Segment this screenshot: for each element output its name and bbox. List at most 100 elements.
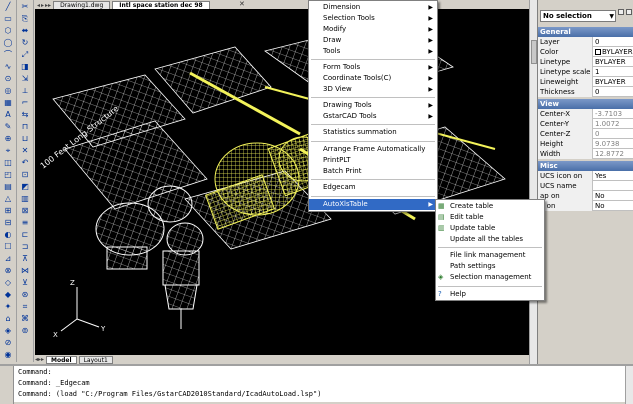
modify-tool-icon[interactable]: ⊐ [19, 241, 32, 252]
draw-tool-icon[interactable]: ✦ [2, 301, 15, 312]
modify-tool-icon[interactable]: ⊛ [19, 289, 32, 300]
modify-tool-icon[interactable]: ⊏ [19, 229, 32, 240]
property-row[interactable]: ap on No [538, 191, 633, 201]
draw-tool-icon[interactable]: ▭ [2, 13, 15, 24]
tab-drawing1[interactable]: Drawing1.dwg [53, 1, 111, 9]
draw-tool-icon[interactable]: ✎ [2, 121, 15, 132]
property-value[interactable]: 1.0072 [594, 119, 633, 129]
modify-tool-icon[interactable]: ✂ [19, 1, 32, 12]
modify-tool-icon[interactable]: ⇲ [19, 73, 32, 84]
modify-tool-icon[interactable]: ↶ [19, 157, 32, 168]
property-row[interactable]: Thickness 0 [538, 87, 633, 97]
draw-tool-icon[interactable]: ◈ [2, 325, 15, 336]
submenu-item-selection-management[interactable]: ◈ Selection management [436, 272, 544, 283]
menu-item-drawing-tools[interactable]: Drawing Tools ▶ [309, 100, 437, 111]
draw-tool-icon[interactable]: ⬡ [2, 25, 15, 36]
submenu-item-file-link-management[interactable]: File link management [436, 250, 544, 261]
property-value[interactable]: 1 [594, 67, 633, 77]
menu-item-dimension[interactable]: Dimension ▶ [309, 2, 437, 13]
menu-item-draw[interactable]: Draw ▶ [309, 35, 437, 46]
close-icon[interactable]: ✕ [239, 0, 245, 8]
category-general[interactable]: General [538, 27, 633, 37]
drawing-canvas[interactable]: Z Y X 100 Feet Long Structure [35, 9, 529, 355]
draw-tool-icon[interactable]: ◫ [2, 157, 15, 168]
draw-tool-icon[interactable]: ◇ [2, 277, 15, 288]
modify-tool-icon[interactable]: ▥ [19, 193, 32, 204]
command-window-grip[interactable] [0, 366, 14, 404]
draw-tool-icon[interactable]: ╱ [2, 1, 15, 12]
menu-item-autoxlstable[interactable]: AutoXlsTable ▶ [309, 199, 437, 210]
property-row[interactable]: Center-Z 0 [538, 129, 633, 139]
menu-item-selection-tools[interactable]: Selection Tools ▶ [309, 13, 437, 24]
quick-select-icon[interactable] [618, 9, 624, 15]
category-view[interactable]: View [538, 99, 633, 109]
property-row[interactable]: Height 9.0738 [538, 139, 633, 149]
modify-tool-icon[interactable]: ⊡ [19, 169, 32, 180]
modify-tool-icon[interactable]: ⇆ [19, 109, 32, 120]
modify-tool-icon[interactable]: ⊠ [19, 205, 32, 216]
property-value[interactable] [594, 181, 633, 191]
menu-item-modify[interactable]: Modify ▶ [309, 24, 437, 35]
property-value[interactable]: 0 [594, 87, 633, 97]
draw-tool-icon[interactable]: ⊗ [2, 265, 15, 276]
modify-tool-icon[interactable]: ⊔ [19, 133, 32, 144]
submenu-item-create-table[interactable]: ▦ Create table [436, 201, 544, 212]
menu-item-statistics-summation[interactable]: Statistics summation [309, 127, 437, 138]
property-value[interactable]: BYLAYER [594, 77, 633, 87]
submenu-item-path-settings[interactable]: Path settings [436, 261, 544, 272]
select-objects-icon[interactable] [626, 9, 632, 15]
modify-tool-icon[interactable]: ⤢ [19, 49, 32, 60]
modify-tool-icon[interactable]: ⊚ [19, 325, 32, 336]
draw-tool-icon[interactable]: ⊿ [2, 253, 15, 264]
property-row[interactable]: Center-X -3.7103 [538, 109, 633, 119]
modify-tool-icon[interactable]: ✕ [19, 145, 32, 156]
draw-tool-icon[interactable]: ⊘ [2, 337, 15, 348]
draw-tool-icon[interactable]: ⌖ [2, 145, 15, 156]
draw-tool-icon[interactable]: ◆ [2, 289, 15, 300]
modify-tool-icon[interactable]: ⎘ [19, 13, 32, 24]
draw-tool-icon[interactable]: ⊕ [2, 133, 15, 144]
modify-tool-icon[interactable]: ⊼ [19, 253, 32, 264]
drawing-scrollbar[interactable] [529, 0, 537, 364]
draw-tool-icon[interactable]: ◰ [2, 169, 15, 180]
command-scrollbar[interactable] [625, 366, 633, 404]
draw-tool-icon[interactable]: ◐ [2, 229, 15, 240]
property-row[interactable]: Center-Y 1.0072 [538, 119, 633, 129]
property-value[interactable]: No [594, 201, 633, 211]
property-value[interactable]: -3.7103 [594, 109, 633, 119]
property-value[interactable]: Yes [594, 171, 633, 181]
draw-tool-icon[interactable]: ∿ [2, 61, 15, 72]
modify-tool-icon[interactable]: ⟂ [19, 85, 32, 96]
draw-tool-icon[interactable]: △ [2, 193, 15, 204]
command-window[interactable]: Command: Command: _Edgecam Command: (loa… [0, 364, 633, 404]
draw-tool-icon[interactable]: ◉ [2, 349, 15, 360]
menu-item-gstarcad-tools[interactable]: GstarCAD Tools ▶ [309, 111, 437, 122]
modify-tool-icon[interactable]: ⌗ [19, 301, 32, 312]
property-row[interactable]: UCS name [538, 181, 633, 191]
modify-tool-icon[interactable]: ⋈ [19, 265, 32, 276]
menu-item-form-tools[interactable]: Form Tools ▶ [309, 62, 437, 73]
submenu-item-help[interactable]: ? Help [436, 289, 544, 300]
draw-tool-icon[interactable]: ⊞ [2, 205, 15, 216]
draw-tool-icon[interactable]: ◎ [2, 85, 15, 96]
layout-scroll-arrows[interactable]: ◂▸▸ [35, 356, 44, 363]
menu-item-printplt[interactable]: PrintPLT [309, 155, 437, 166]
property-value[interactable]: 0 [594, 37, 633, 47]
selection-dropdown[interactable]: No selection ▼ [540, 10, 616, 22]
property-row[interactable]: Color BYLAYER [538, 47, 633, 57]
modify-tool-icon[interactable]: ≡ [19, 217, 32, 228]
property-row[interactable]: Layer 0 [538, 37, 633, 47]
property-value[interactable]: BYLAYER [594, 47, 633, 57]
draw-tool-icon[interactable]: ⊟ [2, 217, 15, 228]
modify-tool-icon[interactable]: ⊻ [19, 277, 32, 288]
menu-item-arrange-frame-automatically[interactable]: Arrange Frame Automatically [309, 144, 437, 155]
property-row[interactable]: Linetype BYLAYER [538, 57, 633, 67]
property-value[interactable]: 12.8772 [594, 149, 633, 159]
draw-tool-icon[interactable]: ⌂ [2, 313, 15, 324]
property-value[interactable]: No [594, 191, 633, 201]
category-misc[interactable]: Misc [538, 161, 633, 171]
menu-item-batch-print[interactable]: Batch Print [309, 166, 437, 177]
menu-item-tools[interactable]: Tools ▶ [309, 46, 437, 57]
draw-tool-icon[interactable]: ☐ [2, 241, 15, 252]
modify-tool-icon[interactable]: ◩ [19, 181, 32, 192]
